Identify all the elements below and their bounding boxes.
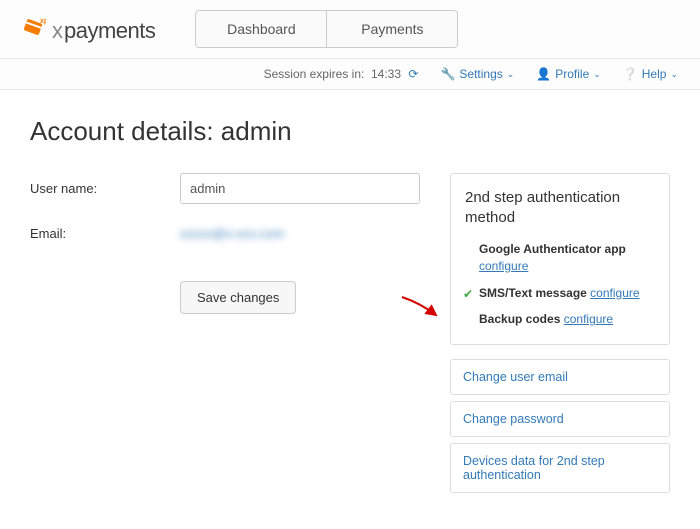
logo-text-payments: payments: [64, 18, 155, 44]
tab-dashboard[interactable]: Dashboard: [196, 11, 326, 47]
svg-text:xp: xp: [40, 18, 46, 25]
email-value: xxxxx@x-xxx.com: [180, 226, 284, 241]
two-step-heading: 2nd step authentication method: [465, 188, 655, 227]
logo: xp xpayments: [20, 14, 155, 44]
session-label: Session expires in:: [264, 67, 365, 81]
profile-label: Profile: [555, 67, 589, 81]
two-step-panel: 2nd step authentication method Google Au…: [450, 173, 670, 345]
settings-label: Settings: [459, 67, 502, 81]
logo-icon: xp: [20, 14, 46, 40]
method-sms: ✔ SMS/Text message configure: [465, 285, 655, 302]
save-button[interactable]: Save changes: [180, 281, 296, 314]
session-time: 14:33: [371, 67, 401, 81]
method-google-label: Google Authenticator app: [479, 242, 626, 256]
main-tabs: Dashboard Payments: [195, 10, 458, 48]
logo-text-x: x: [52, 18, 62, 44]
chevron-down-icon: ⌄: [507, 69, 515, 80]
user-icon: 👤: [536, 67, 551, 81]
page-title: Account details: admin: [30, 116, 670, 147]
tab-payments[interactable]: Payments: [326, 11, 457, 47]
wrench-icon: 🔧: [440, 67, 455, 81]
help-menu[interactable]: ❔ Help⌄: [623, 67, 678, 81]
method-backup: Backup codes configure: [465, 311, 655, 328]
settings-menu[interactable]: 🔧 Settings ⌄: [440, 67, 514, 81]
chevron-down-icon: ⌄: [670, 69, 678, 80]
help-label: Help: [642, 67, 667, 81]
devices-button[interactable]: Devices data for 2nd step authentication: [450, 443, 670, 493]
email-label: Email:: [30, 226, 180, 241]
method-google: Google Authenticator app configure: [465, 241, 655, 275]
chevron-down-icon: ⌄: [593, 69, 601, 80]
configure-google-link[interactable]: configure: [479, 259, 528, 273]
method-sms-label: SMS/Text message: [479, 286, 587, 300]
refresh-icon[interactable]: ⟳: [408, 67, 418, 81]
check-icon: ✔: [463, 286, 473, 303]
help-icon: ❔: [623, 67, 638, 81]
username-input[interactable]: [180, 173, 420, 204]
username-label: User name:: [30, 181, 180, 196]
configure-sms-link[interactable]: configure: [590, 286, 639, 300]
configure-backup-link[interactable]: configure: [564, 312, 613, 326]
profile-menu[interactable]: 👤 Profile ⌄: [536, 67, 601, 81]
session-expires: Session expires in: 14:33 ⟳: [264, 67, 419, 81]
change-password-button[interactable]: Change password: [450, 401, 670, 437]
change-email-button[interactable]: Change user email: [450, 359, 670, 395]
method-backup-label: Backup codes: [479, 312, 560, 326]
